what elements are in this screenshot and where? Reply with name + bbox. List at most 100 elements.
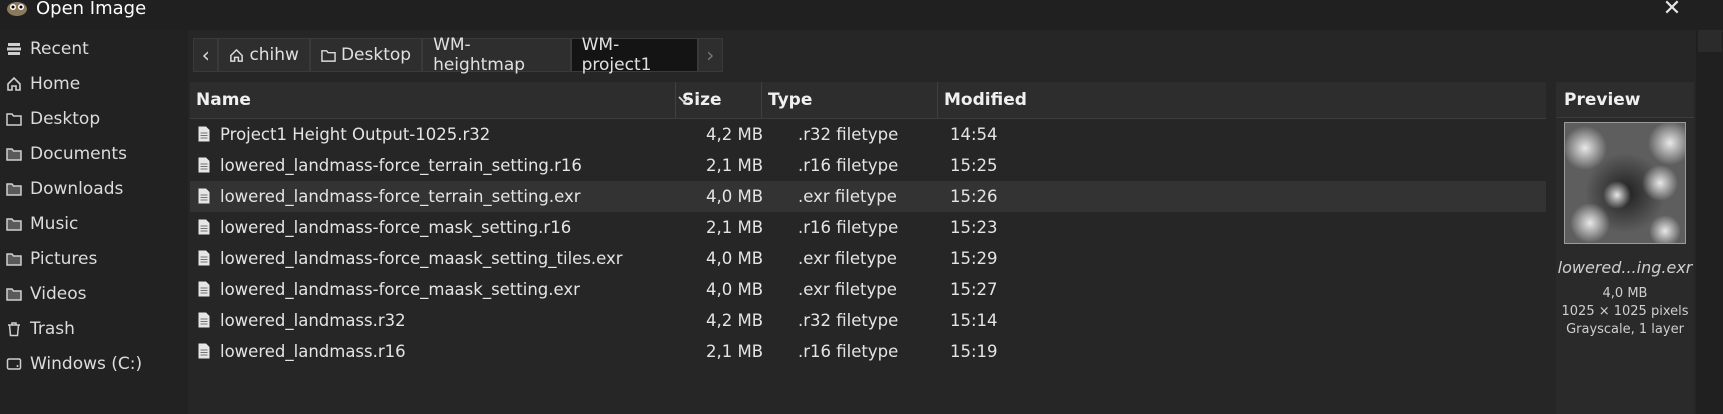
file-name: Project1 Height Output-1025.r32: [220, 125, 491, 144]
folder-icon: [6, 218, 22, 231]
file-icon: [198, 281, 210, 297]
file-list-header: Name Size Type Modified: [190, 82, 1546, 119]
home-icon: [7, 76, 21, 91]
file-name: lowered_landmass.r32: [220, 311, 406, 330]
sidebar-item-documents[interactable]: Documents: [0, 135, 188, 173]
folder-icon: [6, 288, 22, 301]
scrollbar[interactable]: [1698, 30, 1722, 52]
file-modified: 15:25: [950, 156, 998, 175]
file-name: lowered_landmass-force_maask_setting.exr: [220, 280, 580, 299]
file-name: lowered_landmass.r16: [220, 342, 406, 361]
file-row[interactable]: lowered_landmass-force_terrain_setting.r…: [190, 150, 1546, 181]
title-bar: Open Image ✕: [0, 0, 1723, 30]
file-type: .exr filetype: [798, 187, 897, 206]
column-header-modified[interactable]: Modified: [938, 82, 1546, 118]
file-size: 4,0 MB: [706, 249, 764, 268]
file-row[interactable]: Project1 Height Output-1025.r32 4,2 MB .…: [190, 119, 1546, 150]
file-icon: [198, 343, 210, 359]
chevron-left-icon: ‹: [201, 43, 210, 67]
preview-file-size: 4,0 MB: [1602, 286, 1648, 301]
file-size: 4,0 MB: [706, 280, 764, 299]
recent-icon: [7, 43, 21, 55]
file-icon: [198, 126, 210, 142]
crumb-desktop[interactable]: Desktop: [309, 38, 423, 72]
file-size: 4,2 MB: [706, 311, 764, 330]
preview-thumbnail: [1564, 122, 1686, 244]
preview-pane: Preview lowered...ing.exr 4,0 MB 1025 × …: [1556, 82, 1694, 414]
sidebar-item-label: Windows (C:): [30, 354, 143, 374]
column-header-type[interactable]: Type: [762, 82, 938, 118]
sidebar-item-trash[interactable]: Trash: [0, 310, 188, 348]
path-back-button[interactable]: ‹: [193, 38, 219, 72]
sidebar-item-label: Recent: [30, 39, 89, 59]
file-type: .r16 filetype: [798, 342, 899, 361]
folder-icon: [6, 183, 22, 196]
file-type: .exr filetype: [798, 280, 897, 299]
places-sidebar: Recent Home Desktop Documents Downloads …: [0, 30, 188, 414]
close-button[interactable]: ✕: [1652, 0, 1692, 23]
file-name: lowered_landmass-force_mask_setting.r16: [220, 218, 572, 237]
crumb-label: WM-heightmap: [433, 35, 526, 75]
file-type: .r32 filetype: [798, 125, 899, 144]
drive-icon: [6, 358, 22, 370]
file-size: 2,1 MB: [706, 156, 764, 175]
file-size: 2,1 MB: [706, 218, 764, 237]
file-row[interactable]: lowered_landmass.r16 2,1 MB .r16 filetyp…: [190, 336, 1546, 367]
preview-dimensions: 1025 × 1025 pixels: [1561, 304, 1689, 319]
window-title: Open Image: [36, 0, 147, 19]
file-modified: 15:26: [950, 187, 998, 206]
column-header-name[interactable]: Name: [190, 82, 676, 118]
crumb-home[interactable]: chihw: [218, 38, 310, 72]
sidebar-item-label: Home: [30, 74, 81, 94]
sidebar-item-label: Music: [30, 214, 79, 234]
folder-icon: [6, 148, 22, 161]
close-icon: ✕: [1662, 0, 1682, 21]
sidebar-item-music[interactable]: Music: [0, 205, 188, 243]
crumb-label: Desktop: [340, 45, 412, 65]
crumb-label: WM-project1: [581, 35, 652, 75]
heightmap-image: [1565, 123, 1685, 243]
folder-icon: [6, 253, 22, 266]
sidebar-item-label: Desktop: [30, 109, 101, 129]
sidebar-item-label: Videos: [30, 284, 87, 304]
file-size: 4,2 MB: [706, 125, 764, 144]
file-icon: [198, 157, 210, 173]
sidebar-item-windows-c[interactable]: Windows (C:): [0, 345, 188, 383]
file-type: .r16 filetype: [798, 218, 899, 237]
file-size: 4,0 MB: [706, 187, 764, 206]
sidebar-item-videos[interactable]: Videos: [0, 275, 188, 313]
sidebar-item-desktop[interactable]: Desktop: [0, 100, 188, 138]
chevron-right-icon: ›: [706, 43, 715, 67]
file-modified: 15:19: [950, 342, 998, 361]
preview-header: Preview: [1556, 82, 1694, 118]
file-row[interactable]: lowered_landmass-force_maask_setting.exr…: [190, 274, 1546, 305]
file-icon: [198, 188, 210, 204]
file-type: .r16 filetype: [798, 156, 899, 175]
right-edge: [1696, 30, 1723, 414]
file-row[interactable]: lowered_landmass.r32 4,2 MB .r32 filetyp…: [190, 305, 1546, 336]
sidebar-item-label: Trash: [30, 319, 75, 339]
path-forward-button[interactable]: ›: [697, 38, 723, 72]
file-modified: 14:54: [950, 125, 998, 144]
preview-file-name: lowered...ing.exr: [1557, 258, 1693, 277]
crumb-wm-project1[interactable]: WM-project1: [570, 35, 698, 75]
home-icon: [230, 48, 244, 62]
sidebar-item-pictures[interactable]: Pictures: [0, 240, 188, 278]
file-row[interactable]: lowered_landmass-force_mask_setting.r16 …: [190, 212, 1546, 243]
crumb-wm-heightmap[interactable]: WM-heightmap: [422, 35, 571, 75]
sidebar-item-downloads[interactable]: Downloads: [0, 170, 188, 208]
file-icon: [198, 219, 210, 235]
sidebar-item-home[interactable]: Home: [0, 65, 188, 103]
file-modified: 15:29: [950, 249, 998, 268]
sidebar-item-label: Documents: [30, 144, 127, 164]
trash-icon: [8, 322, 20, 337]
file-icon: [198, 250, 210, 266]
file-name: lowered_landmass-force_terrain_setting.e…: [220, 187, 581, 206]
file-modified: 15:23: [950, 218, 998, 237]
sidebar-item-label: Pictures: [30, 249, 98, 269]
file-modified: 15:27: [950, 280, 998, 299]
file-icon: [198, 312, 210, 328]
file-row-selected[interactable]: lowered_landmass-force_terrain_setting.e…: [190, 181, 1546, 212]
sidebar-item-recent[interactable]: Recent: [0, 30, 188, 68]
file-row[interactable]: lowered_landmass-force_maask_setting_til…: [190, 243, 1546, 274]
